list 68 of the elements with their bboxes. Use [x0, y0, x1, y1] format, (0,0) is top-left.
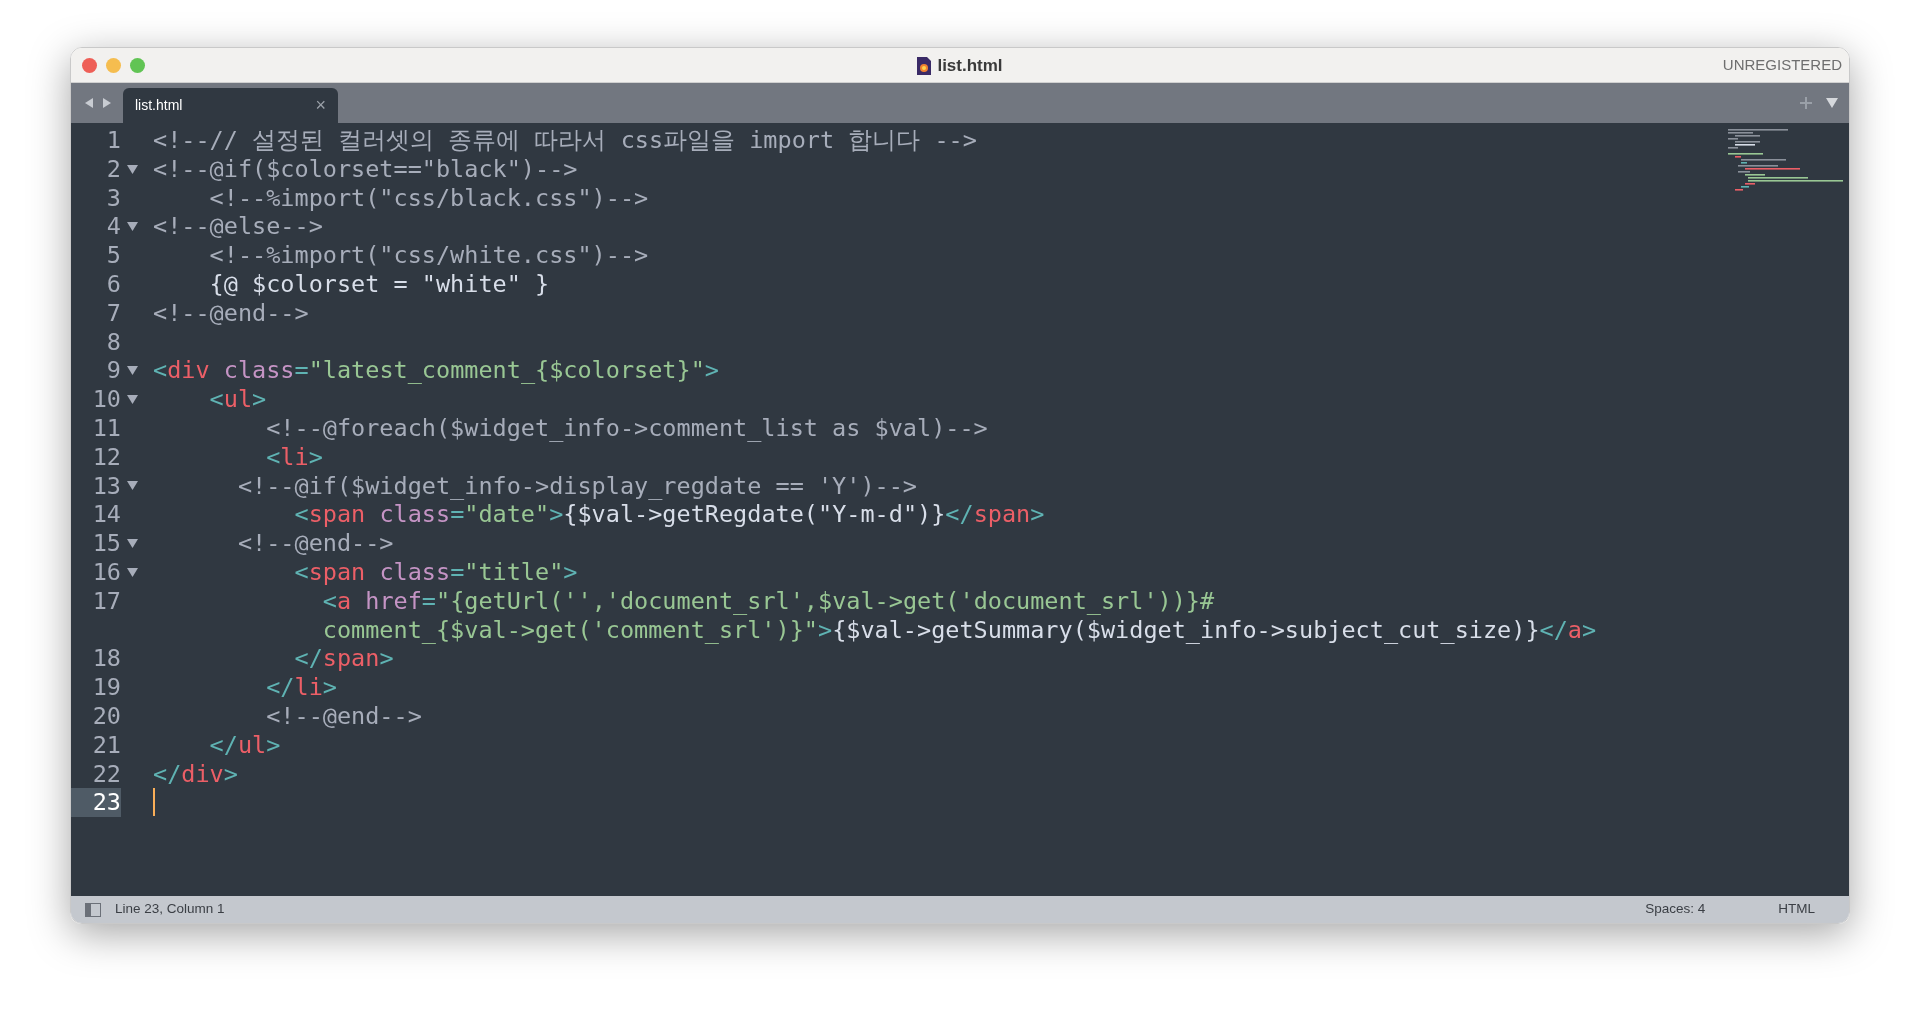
code-line: <span class="date">{$val->getRegdate("Y-m-d")}</span> — [293, 500, 1045, 530]
code-line: </ul> — [208, 730, 281, 760]
code-line: <!--@else--> — [153, 212, 323, 242]
fold-arrow-icon[interactable] — [127, 222, 138, 232]
document-icon — [917, 56, 932, 75]
fold-arrow-icon[interactable] — [127, 539, 138, 549]
code-line: <!--@end--> — [153, 298, 309, 328]
forward-icon[interactable] — [101, 97, 113, 109]
code-line: <!--@if($colorset=="black")--> — [153, 154, 578, 184]
line-number: 4 — [106, 212, 121, 242]
code-line: <a href="{getUrl('','document_srl',$val->get('document_srl'))}# — [321, 586, 1215, 616]
cursor-position: Line 23, Column 1 — [115, 900, 225, 919]
code-line: <div class="latest_comment_{$colorset}"> — [153, 356, 719, 386]
sidebar-toggle-icon[interactable] — [85, 902, 101, 917]
line-number: 16 — [92, 557, 121, 587]
code-line: <!--@foreach($widget_info->comment_list as $val)--> — [265, 413, 988, 443]
window-title: list.html — [937, 54, 1003, 77]
code-line: <!--%import("css/black.css")--> — [208, 183, 649, 213]
line-number: 20 — [92, 701, 121, 731]
line-number: 8 — [106, 327, 121, 357]
line-number: 22 — [92, 759, 121, 789]
indentation-setting[interactable]: Spaces: 4 — [1645, 899, 1706, 920]
zoom-window-button[interactable] — [130, 57, 145, 73]
line-number: 9 — [106, 356, 121, 386]
code-line: <!--@if($widget_info->display_regdate == 'Y')--> — [236, 471, 917, 501]
file-tab[interactable]: list.html × — [123, 88, 338, 123]
code-line: <ul> — [208, 385, 267, 414]
close-tab-button[interactable]: × — [315, 92, 326, 119]
line-number: 18 — [92, 644, 121, 674]
code-line: {@ $colorset = "white" } — [208, 270, 550, 299]
line-number: 23 — [92, 788, 121, 818]
line-number: 5 — [106, 241, 121, 270]
line-number: 10 — [92, 385, 121, 414]
line-number: 21 — [92, 730, 121, 760]
fold-arrow-icon[interactable] — [127, 366, 138, 376]
fold-arrow-icon[interactable] — [127, 395, 138, 405]
fold-arrow-icon[interactable] — [127, 481, 138, 491]
code-line: <li> — [265, 442, 323, 472]
line-number: 13 — [92, 471, 121, 501]
line-number: 3 — [106, 183, 121, 213]
code-line: <!--@end--> — [236, 529, 394, 558]
line-number: 6 — [106, 270, 121, 299]
line-number: 1 — [106, 126, 121, 155]
line-number: 15 — [92, 529, 121, 558]
line-number: 11 — [92, 413, 121, 443]
back-icon[interactable] — [83, 97, 95, 109]
line-number: 17 — [92, 586, 121, 616]
code-line: <span class="title"> — [293, 557, 578, 587]
line-number: 14 — [92, 500, 121, 530]
code-line: <!--@end--> — [265, 701, 422, 731]
registration-label: UNREGISTERED — [1722, 54, 1842, 75]
line-number: 19 — [92, 673, 121, 702]
line-number: 7 — [106, 298, 121, 328]
new-tab-icon[interactable] — [1799, 96, 1813, 110]
line-number: 12 — [92, 442, 121, 472]
code-line: comment_{$val->get('comment_srl')}">{$val->getSummary($widget_info->subject_cut_size)}</a> — [321, 615, 1597, 645]
fold-arrow-icon[interactable] — [127, 164, 138, 174]
text-cursor — [153, 788, 155, 817]
code-line: </span> — [293, 644, 394, 674]
fold-arrow-icon[interactable] — [127, 567, 138, 577]
dropdown-icon[interactable] — [1825, 97, 1839, 109]
code-line: </li> — [265, 673, 337, 702]
syntax-setting[interactable]: HTML — [1778, 899, 1815, 920]
line-number: 2 — [106, 154, 121, 184]
close-window-button[interactable] — [82, 57, 97, 73]
code-line: <!--// 설정된 컬러셋의 종류에 따라서 css파일을 import 합니다 --> — [153, 126, 977, 155]
code-line: <!--%import("css/white.css")--> — [208, 241, 649, 270]
code-line: </div> — [153, 759, 238, 789]
